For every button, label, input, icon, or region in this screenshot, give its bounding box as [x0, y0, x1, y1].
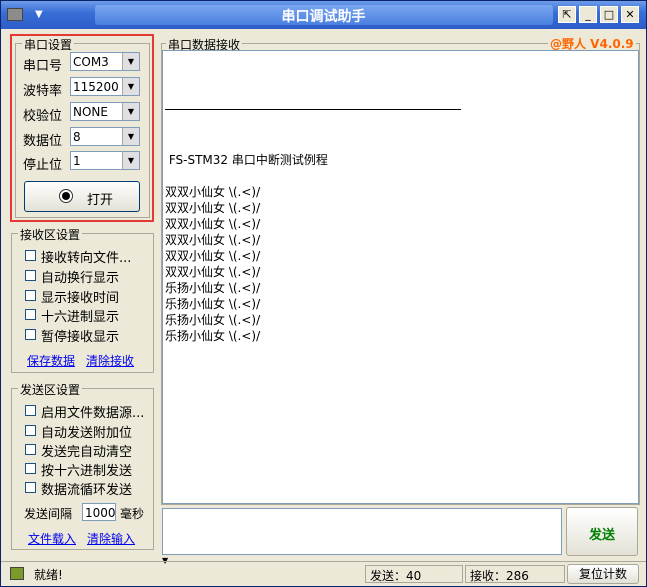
receive-textarea[interactable]: FS-STM32 串口中断测试例程 双双小仙女 \(.<)/ 双双小仙女 \(.… [162, 50, 639, 504]
checkbox-label: 发送完自动清空 [41, 445, 133, 460]
title-bar[interactable]: ▼ 串口调试助手 ⇱ _ □ ✕ [1, 1, 646, 29]
received-count: 接收：286 [465, 565, 565, 583]
status-icon [10, 567, 24, 580]
receive-line: 乐扬小仙女 \(.<)/ [165, 281, 261, 295]
checkbox-label: 数据流循环发送 [41, 483, 133, 498]
checkbox-box[interactable] [25, 329, 36, 340]
status-text: 就绪! [34, 568, 63, 582]
chevron-down-icon[interactable]: ▼ [122, 78, 139, 95]
open-button-label: 打开 [87, 193, 114, 208]
parity-label: 校验位 [23, 109, 63, 124]
receive-line: 双双小仙女 \(.<)/ [165, 217, 261, 231]
main-window: ▼ 串口调试助手 ⇱ _ □ ✕ 串口设置 串口号 COM3 ▼ 波特率 115… [0, 0, 647, 587]
interval-input[interactable]: 1000 [82, 503, 116, 521]
load-file-link[interactable]: 文件载入 [28, 530, 76, 547]
interval-value: 1000 [85, 506, 116, 520]
receive-line: 乐扬小仙女 \(.<)/ [165, 297, 261, 311]
checkbox-label: 接收转向文件... [41, 251, 132, 266]
receive-line: FS-STM32 串口中断测试例程 [165, 153, 328, 167]
clear-receive-link[interactable]: 清除接收 [86, 352, 134, 369]
open-port-button[interactable]: 打开 [24, 181, 140, 212]
close-button[interactable]: ✕ [621, 6, 639, 23]
send-button[interactable]: 发送 [566, 507, 638, 556]
record-icon [59, 189, 73, 203]
window-title: 串口调试助手 [281, 9, 366, 25]
port-label: 串口号 [23, 59, 63, 74]
baud-value: 115200 [73, 80, 119, 94]
receive-line: 乐扬小仙女 \(.<)/ [165, 329, 261, 343]
checkbox-box[interactable] [25, 482, 36, 493]
baud-label: 波特率 [23, 84, 63, 99]
receive-line: 双双小仙女 \(.<)/ [165, 201, 261, 215]
checkbox-box[interactable] [25, 405, 36, 416]
databits-label: 数据位 [23, 134, 63, 149]
receive-line: 双双小仙女 \(.<)/ [165, 265, 261, 279]
separator-line [165, 109, 461, 110]
parity-select[interactable]: NONE ▼ [70, 102, 140, 121]
chevron-down-icon[interactable]: ▼ [122, 53, 139, 70]
status-bar: 就绪! 发送：40 接收：286 复位计数 [1, 561, 646, 587]
chevron-down-icon[interactable]: ▼ [122, 152, 139, 169]
receive-line: 双双小仙女 \(.<)/ [165, 249, 261, 263]
checkbox-label: 暂停接收显示 [41, 330, 120, 345]
checkbox-label: 启用文件数据源... [41, 406, 145, 421]
maximize-button[interactable]: □ [600, 6, 618, 23]
receive-line: 双双小仙女 \(.<)/ [165, 185, 261, 199]
checkbox-label: 十六进制显示 [41, 310, 120, 325]
checkbox-label: 自动换行显示 [41, 271, 120, 286]
checkbox-label: 显示接收时间 [41, 291, 120, 306]
send-textarea[interactable] [162, 508, 562, 555]
port-value: COM3 [73, 55, 109, 69]
stopbits-select[interactable]: 1 ▼ [70, 151, 140, 170]
checkbox-box[interactable] [25, 270, 36, 281]
checkbox-box[interactable] [25, 250, 36, 261]
reset-count-button[interactable]: 复位计数 [567, 564, 639, 584]
chevron-down-icon[interactable]: ▼ [122, 103, 139, 120]
interval-unit: 毫秒 [120, 507, 145, 521]
parity-value: NONE [73, 105, 108, 119]
chevron-down-icon[interactable]: ▼ [122, 128, 139, 145]
receive-line: 乐扬小仙女 \(.<)/ [165, 313, 261, 327]
send-button-label: 发送 [588, 528, 615, 543]
interval-label: 发送间隔 [24, 507, 73, 521]
restore-icon[interactable]: ⇱ [558, 6, 576, 23]
minimize-button[interactable]: _ [579, 6, 597, 23]
databits-select[interactable]: 8 ▼ [70, 127, 140, 146]
stopbits-value: 1 [73, 154, 81, 168]
databits-value: 8 [73, 130, 81, 144]
send-settings-title: 发送区设置 [18, 381, 83, 398]
clear-input-link[interactable]: 清除输入 [87, 530, 135, 547]
checkbox-box[interactable] [25, 444, 36, 455]
stopbits-label: 停止位 [23, 158, 63, 173]
checkbox-box[interactable] [25, 309, 36, 320]
checkbox-label: 自动发送附加位 [41, 426, 133, 441]
checkbox-label: 按十六进制发送 [41, 464, 133, 479]
save-data-link[interactable]: 保存数据 [27, 352, 75, 369]
checkbox-box[interactable] [25, 463, 36, 474]
sent-count: 发送：40 [365, 565, 463, 583]
checkbox-box[interactable] [25, 425, 36, 436]
baud-select[interactable]: 115200 ▼ [70, 77, 140, 96]
receive-line: 双双小仙女 \(.<)/ [165, 233, 261, 247]
receive-settings-title: 接收区设置 [18, 226, 83, 243]
serial-settings-title: 串口设置 [22, 36, 75, 53]
checkbox-box[interactable] [25, 290, 36, 301]
port-select[interactable]: COM3 ▼ [70, 52, 140, 71]
